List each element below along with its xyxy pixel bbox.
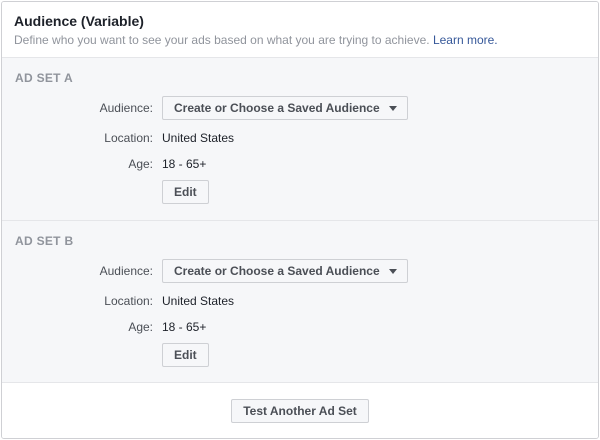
audience-dropdown-value: Create or Choose a Saved Audience xyxy=(174,264,380,278)
age-value: 18 - 65+ xyxy=(162,320,207,334)
ad-set-b-location-row: Location: United States xyxy=(2,294,598,308)
ad-set-b-age-row: Age: 18 - 65+ xyxy=(2,320,598,334)
ad-set-a-audience-dropdown[interactable]: Create or Choose a Saved Audience xyxy=(162,96,408,120)
audience-dropdown-value: Create or Choose a Saved Audience xyxy=(174,101,380,115)
age-value: 18 - 65+ xyxy=(162,157,207,171)
ad-set-a: AD SET A Audience: Create or Choose a Sa… xyxy=(2,58,598,221)
ad-set-a-title: AD SET A xyxy=(15,71,73,85)
panel-header: Audience (Variable) Define who you want … xyxy=(2,2,598,58)
ad-set-b: AD SET B Audience: Create or Choose a Sa… xyxy=(2,221,598,383)
audience-label: Audience: xyxy=(99,101,153,115)
test-another-ad-set-button[interactable]: Test Another Ad Set xyxy=(231,398,369,423)
location-value: United States xyxy=(162,294,235,308)
ad-set-b-title: AD SET B xyxy=(15,234,74,248)
ad-set-b-audience-row: Audience: Create or Choose a Saved Audie… xyxy=(2,259,598,283)
panel-subtitle: Define who you want to see your ads base… xyxy=(14,32,586,48)
location-label: Location: xyxy=(104,294,153,308)
learn-more-link[interactable]: Learn more. xyxy=(433,33,498,47)
panel-subtitle-text: Define who you want to see your ads base… xyxy=(14,33,430,47)
age-label: Age: xyxy=(128,157,153,171)
location-value: United States xyxy=(162,131,235,145)
ad-set-a-location-row: Location: United States xyxy=(2,131,598,145)
caret-down-icon xyxy=(388,268,397,274)
audience-panel: Audience (Variable) Define who you want … xyxy=(1,1,599,439)
ad-set-a-audience-row: Audience: Create or Choose a Saved Audie… xyxy=(2,96,598,120)
ad-set-b-edit-row: Edit xyxy=(2,343,598,367)
ad-set-a-edit-row: Edit xyxy=(2,180,598,204)
panel-footer: Test Another Ad Set xyxy=(2,383,598,438)
age-label: Age: xyxy=(128,320,153,334)
caret-down-icon xyxy=(388,105,397,111)
audience-label: Audience: xyxy=(99,264,153,278)
panel-title: Audience (Variable) xyxy=(14,13,144,29)
ad-set-b-audience-dropdown[interactable]: Create or Choose a Saved Audience xyxy=(162,259,408,283)
ad-set-a-age-row: Age: 18 - 65+ xyxy=(2,157,598,171)
ad-set-a-edit-button[interactable]: Edit xyxy=(162,180,209,204)
ad-set-b-edit-button[interactable]: Edit xyxy=(162,343,209,367)
location-label: Location: xyxy=(104,131,153,145)
